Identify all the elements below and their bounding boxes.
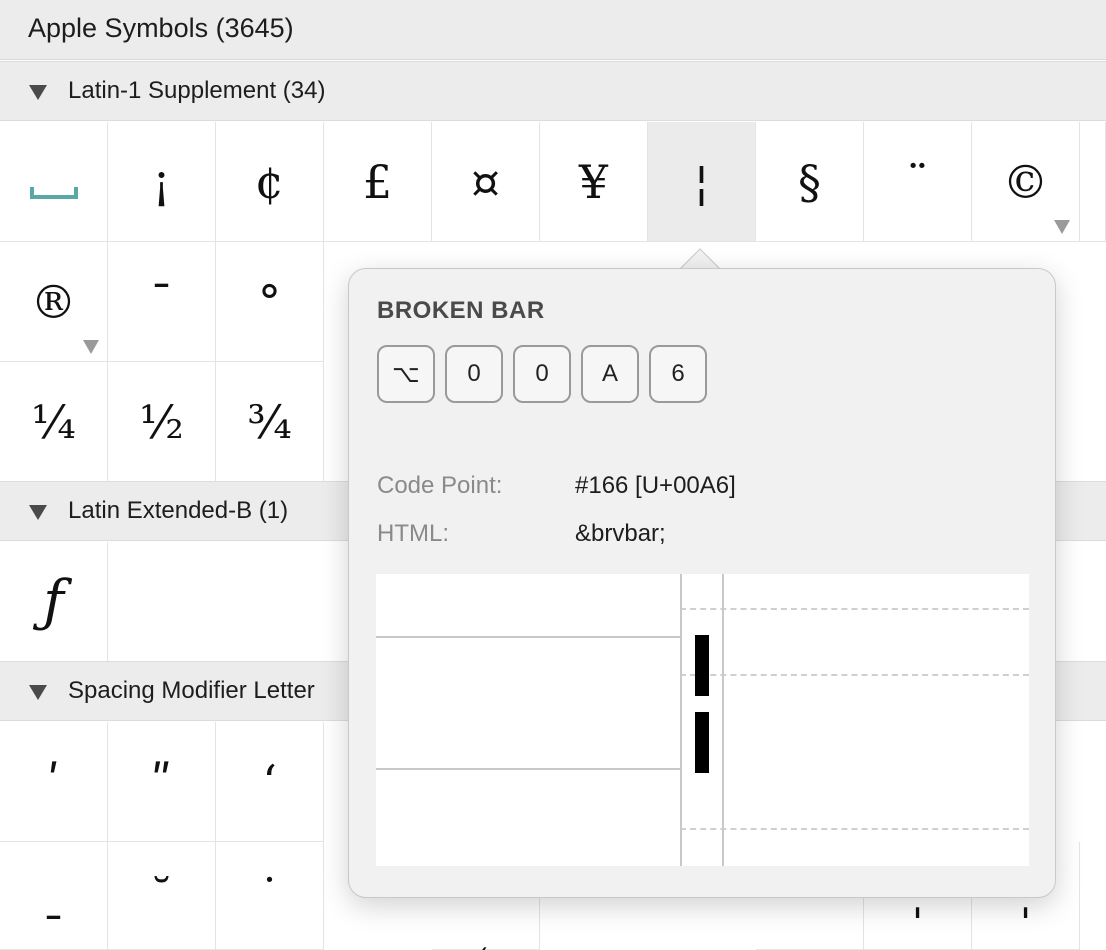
disclosure-triangle-icon[interactable] <box>29 505 47 520</box>
glyph: ʺ <box>150 754 173 809</box>
glyph-cell[interactable]: ƒ <box>0 542 108 662</box>
glyph: ¤ <box>470 154 501 209</box>
glyph: ¼ <box>31 394 76 449</box>
glyph-cell[interactable]: ʺ <box>108 722 216 842</box>
glyph-cell[interactable]: ® <box>0 242 108 362</box>
glyph-cell[interactable]: ˍ <box>0 842 108 950</box>
glyph-cell[interactable]: ʹ <box>0 722 108 842</box>
glyph: ʹ <box>47 754 60 809</box>
broken-bar-upper <box>695 635 709 696</box>
glyph-cell-selected[interactable]: ¦ <box>648 122 756 242</box>
glyph-cell[interactable]: § <box>756 122 864 242</box>
glyph: ¦ <box>693 154 710 209</box>
variant-marker-icon[interactable] <box>83 340 99 354</box>
keycap: A <box>581 345 639 403</box>
glyph-cell[interactable]: ˙ <box>216 842 324 950</box>
html-entity-value: &brvbar; <box>575 520 666 547</box>
glyph: ˘ <box>150 868 173 923</box>
glyph: © <box>1002 154 1049 209</box>
glyph-cell[interactable]: ¯ <box>108 242 216 362</box>
glyph-cell[interactable]: ¼ <box>0 362 108 482</box>
glyph: § <box>798 154 821 209</box>
section-label: Latin Extended-B (1) <box>68 497 289 524</box>
section-header-latin1[interactable]: Latin-1 Supplement (34) <box>0 61 1106 121</box>
glyph-cell[interactable]: ¤ <box>432 122 540 242</box>
glyph: ¥ <box>578 154 609 209</box>
advance-line-right <box>722 574 724 866</box>
glyph: ˛ <box>474 903 497 950</box>
metric-line <box>680 674 1029 676</box>
keycap: 0 <box>445 345 503 403</box>
metric-line <box>680 608 1029 610</box>
character-info-popover: BROKEN BAR ⌥ 0 0 A 6 Code Point: #166 [U… <box>348 268 1056 898</box>
font-header[interactable]: Apple Symbols (3645) <box>0 0 1106 60</box>
glyph: ¯ <box>150 274 173 329</box>
glyph-cell-space[interactable] <box>0 122 108 242</box>
glyph: ® <box>30 274 77 329</box>
glyph: ½ <box>139 394 184 449</box>
glyph-cell[interactable]: ¢ <box>216 122 324 242</box>
disclosure-triangle-icon[interactable] <box>29 85 47 100</box>
glyph: ˈ <box>911 898 924 950</box>
keystroke-sequence: ⌥ 0 0 A 6 <box>377 345 707 403</box>
disclosure-triangle-icon[interactable] <box>29 685 47 700</box>
code-point-value: #166 [U+00A6] <box>575 472 736 499</box>
glyph: ¾ <box>247 394 292 449</box>
glyph-metrics-preview <box>376 574 1029 866</box>
font-header-label: Apple Symbols (3645) <box>28 13 294 43</box>
glyph-cell[interactable]: ¥ <box>540 122 648 242</box>
advance-line-left <box>680 574 682 866</box>
glyph-cell[interactable]: © <box>972 122 1080 242</box>
glyph-cell[interactable]: ¡ <box>108 122 216 242</box>
glyph: £ <box>362 154 393 209</box>
glyph: ¡ <box>152 154 171 209</box>
space-glyph-icon <box>29 186 78 199</box>
section-label: Latin-1 Supplement (34) <box>68 77 326 104</box>
glyph: ƒ <box>43 568 64 634</box>
glyph-cell[interactable]: ½ <box>108 362 216 482</box>
section-label: Spacing Modifier Letter <box>68 677 315 704</box>
code-point-label: Code Point: <box>377 472 503 499</box>
glyph: ¢ <box>254 154 285 209</box>
metric-line <box>376 636 680 638</box>
metric-line <box>376 768 680 770</box>
option-key-icon: ⌥ <box>377 345 435 403</box>
broken-bar-lower <box>695 712 709 773</box>
html-entity-label: HTML: <box>377 520 449 547</box>
glyph: ¨ <box>906 154 929 209</box>
glyph: ˈ <box>1019 898 1032 950</box>
glyph: ˍ <box>42 868 65 923</box>
glyph-cell[interactable]: £ <box>324 122 432 242</box>
glyph: ˙ <box>258 868 281 923</box>
glyph: ° <box>258 274 281 329</box>
variant-marker-icon[interactable] <box>1054 220 1070 234</box>
glyph: ʻ <box>262 754 277 809</box>
glyph-cell-partial[interactable] <box>1080 122 1106 242</box>
glyph-cell[interactable]: ¾ <box>216 362 324 482</box>
keycap: 6 <box>649 345 707 403</box>
metric-line <box>680 828 1029 830</box>
character-name: BROKEN BAR <box>377 297 545 324</box>
glyph-cell[interactable]: ʻ <box>216 722 324 842</box>
glyph-cell[interactable]: ° <box>216 242 324 362</box>
keycap: 0 <box>513 345 571 403</box>
glyph-cell[interactable]: ˘ <box>108 842 216 950</box>
glyph-cell[interactable]: ¨ <box>864 122 972 242</box>
